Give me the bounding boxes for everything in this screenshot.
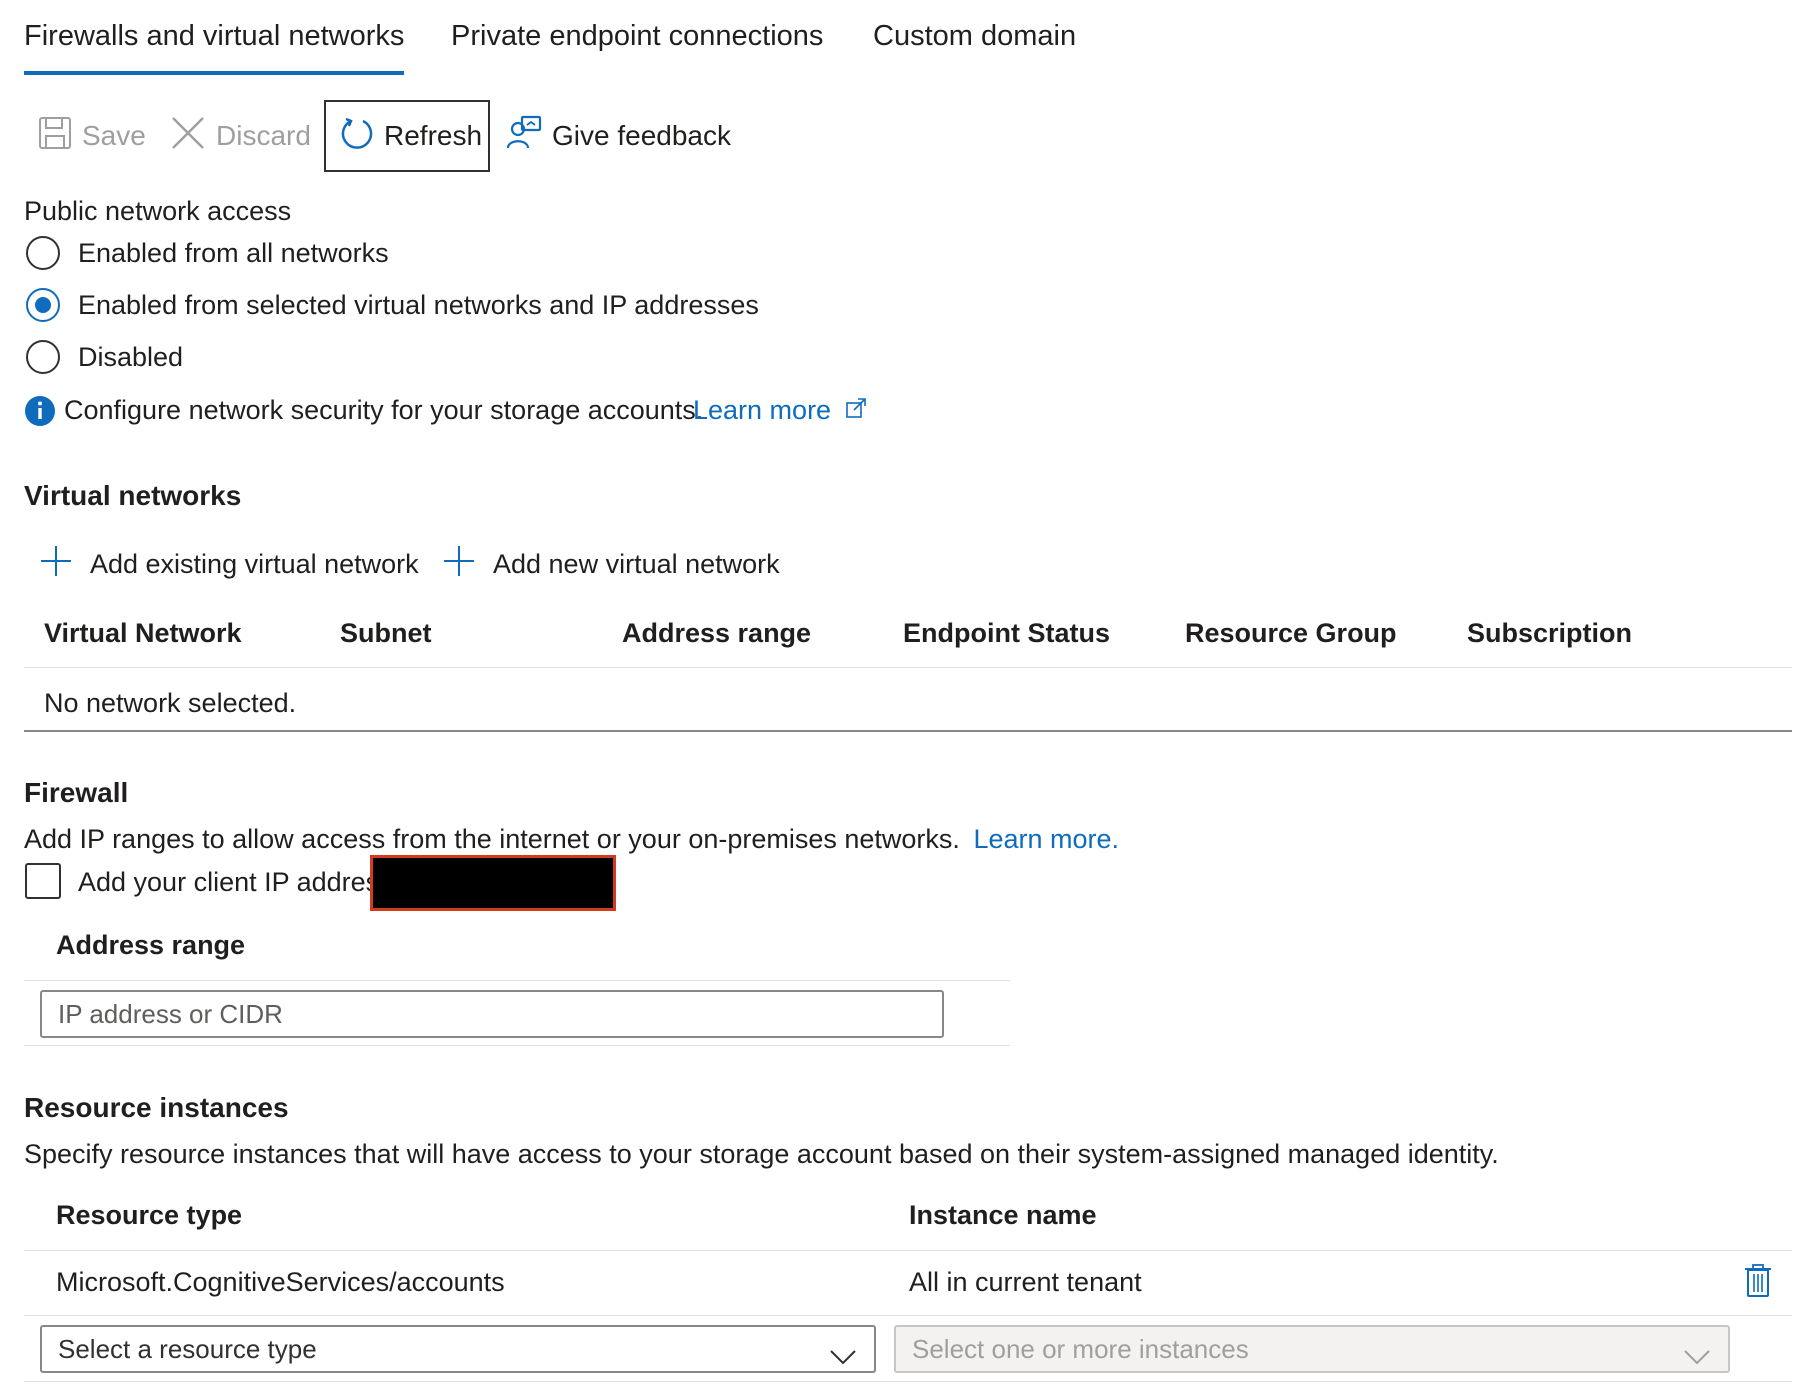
chevron-down-icon <box>1684 1341 1710 1372</box>
resource-type-select[interactable]: Select a resource type <box>40 1325 876 1373</box>
instance-select[interactable]: Select one or more instances <box>894 1325 1730 1373</box>
radio-selected-networks[interactable] <box>26 288 60 322</box>
address-range-header: Address range <box>56 930 246 960</box>
firewall-description: Add IP ranges to allow access from the i… <box>24 824 1119 855</box>
learn-more-link[interactable]: Learn more <box>693 395 867 426</box>
delete-icon[interactable] <box>1744 1264 1772 1305</box>
save-button[interactable]: Save <box>38 100 146 172</box>
refresh-button[interactable]: Refresh <box>324 100 490 172</box>
radio-disabled-label[interactable]: Disabled <box>78 342 183 373</box>
redacted-ip-address <box>370 855 616 911</box>
col-subscription: Subscription <box>1467 618 1633 648</box>
chevron-down-icon <box>830 1341 856 1372</box>
col-subnet: Subnet <box>340 618 432 648</box>
address-table-divider <box>24 980 1010 981</box>
table-header-divider <box>24 667 1792 668</box>
firewall-heading: Firewall <box>24 777 129 808</box>
add-existing-vnet-button[interactable]: Add existing virtual network <box>40 545 419 584</box>
info-icon <box>24 395 56 434</box>
save-label: Save <box>82 120 146 151</box>
refresh-icon <box>340 116 374 157</box>
add-new-vnet-label: Add new virtual network <box>493 549 780 579</box>
tab-custom-domain[interactable]: Custom domain <box>873 20 1076 53</box>
radio-disabled[interactable] <box>26 340 60 374</box>
refresh-label: Refresh <box>384 120 483 151</box>
resource-row-type: Microsoft.CognitiveServices/accounts <box>56 1267 505 1297</box>
resource-row-instance: All in current tenant <box>909 1267 1142 1297</box>
resource-instances-description: Specify resource instances that will hav… <box>24 1139 1499 1169</box>
tab-private-endpoints[interactable]: Private endpoint connections <box>451 20 823 53</box>
radio-all-networks[interactable] <box>26 236 60 270</box>
external-link-icon <box>845 395 867 426</box>
feedback-label: Give feedback <box>552 120 731 151</box>
client-ip-label[interactable]: Add your client IP addres <box>78 867 373 898</box>
client-ip-checkbox[interactable] <box>25 863 61 899</box>
discard-button[interactable]: Discard <box>170 100 311 172</box>
public-access-label: Public network access <box>24 196 292 226</box>
radio-selected-networks-label[interactable]: Enabled from selected virtual networks a… <box>78 290 759 321</box>
address-table-bottom <box>24 1045 1010 1046</box>
col-resource-type: Resource type <box>56 1200 243 1230</box>
col-endpoint-status: Endpoint Status <box>903 618 1110 648</box>
instance-select-value: Select one or more instances <box>912 1333 1249 1364</box>
radio-all-networks-label[interactable]: Enabled from all networks <box>78 238 389 269</box>
give-feedback-button[interactable]: Give feedback <box>506 100 731 172</box>
resource-table-bottom <box>24 1381 1792 1382</box>
save-icon <box>38 116 72 157</box>
discard-label: Discard <box>216 120 311 151</box>
resource-row-divider <box>24 1315 1792 1316</box>
learn-more-label: Learn more <box>693 395 832 425</box>
close-icon <box>170 115 206 158</box>
empty-state-text: No network selected. <box>44 688 297 718</box>
col-virtual-network: Virtual Network <box>44 618 242 648</box>
resource-instances-heading: Resource instances <box>24 1092 289 1123</box>
col-resource-group: Resource Group <box>1185 618 1397 648</box>
virtual-networks-heading: Virtual networks <box>24 480 242 511</box>
plus-icon <box>40 545 72 584</box>
ip-address-input[interactable] <box>40 990 944 1038</box>
plus-icon <box>443 545 475 584</box>
feedback-icon <box>506 115 542 158</box>
table-bottom-divider <box>24 730 1792 732</box>
resource-table-header-divider <box>24 1250 1792 1251</box>
firewall-description-text: Add IP ranges to allow access from the i… <box>24 824 960 854</box>
resource-type-select-value: Select a resource type <box>58 1333 317 1364</box>
add-existing-vnet-label: Add existing virtual network <box>90 549 419 579</box>
add-new-vnet-button[interactable]: Add new virtual network <box>443 545 780 584</box>
firewall-learn-more-link[interactable]: Learn more. <box>973 824 1119 854</box>
info-text: Configure network security for your stor… <box>64 395 704 425</box>
active-tab-indicator <box>24 71 404 75</box>
col-address-range: Address range <box>622 618 812 648</box>
col-instance-name: Instance name <box>909 1200 1097 1230</box>
tab-firewalls[interactable]: Firewalls and virtual networks <box>24 20 404 53</box>
